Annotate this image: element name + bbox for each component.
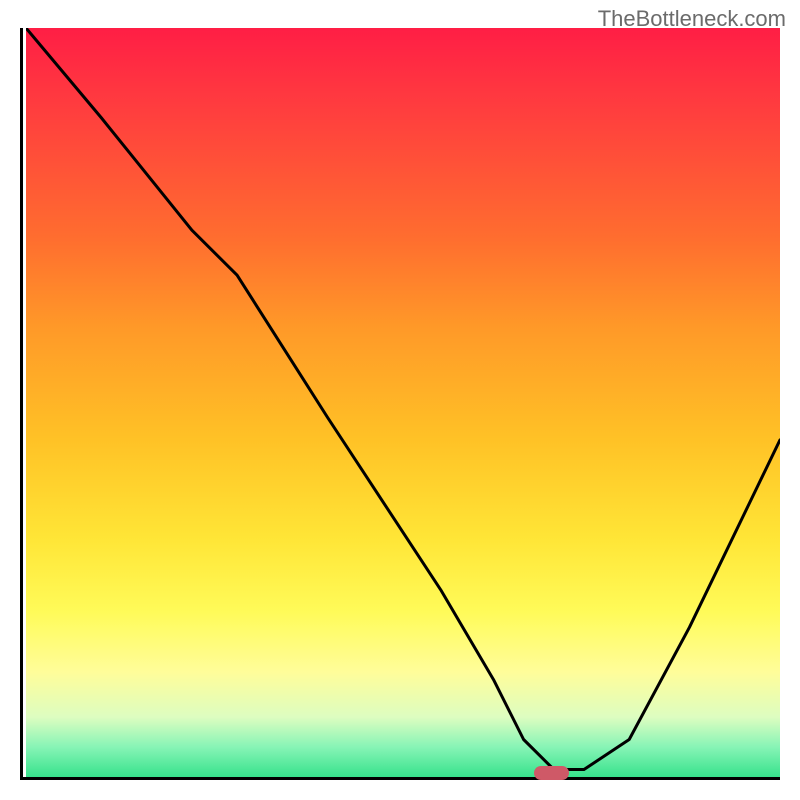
chart-curve-svg [26, 28, 780, 777]
watermark-text: TheBottleneck.com [598, 6, 786, 32]
bottleneck-curve [26, 28, 780, 770]
chart-plot-area [20, 28, 780, 780]
optimal-marker [534, 766, 569, 780]
